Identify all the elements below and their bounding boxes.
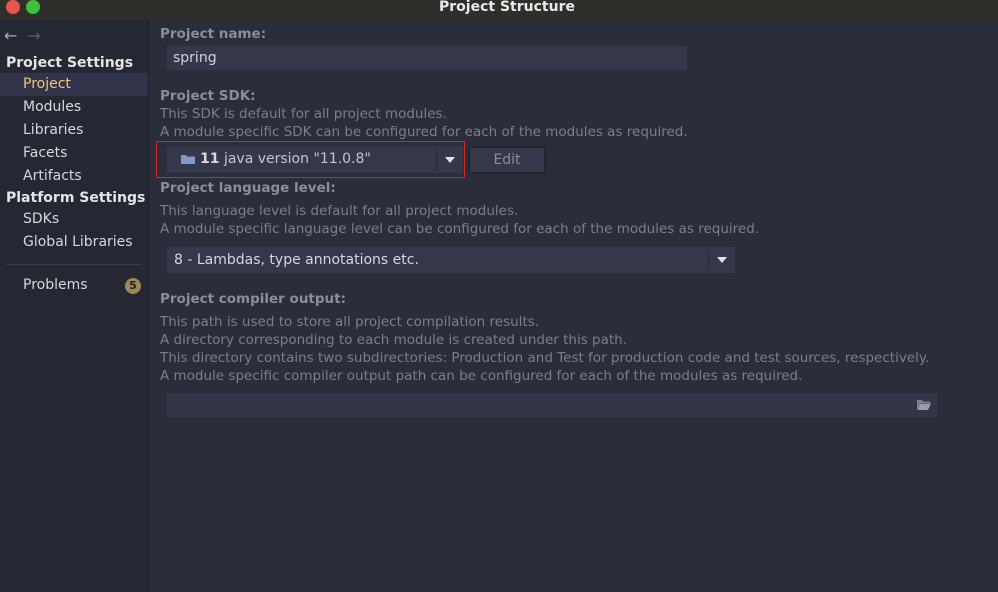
title-bar: Project Structure (0, 0, 998, 20)
compiler-output-description-4: A module specific compiler output path c… (160, 368, 803, 384)
sidebar-item-problems[interactable]: Problems 5 (0, 274, 148, 297)
main-panel: Project name: spring Project SDK: This S… (150, 20, 998, 592)
chevron-down-icon[interactable] (445, 157, 455, 163)
dropdown-separator (708, 250, 709, 270)
sdk-dropdown[interactable]: 11 java version "11.0.8" (167, 146, 463, 173)
nav-arrows: ← → (4, 26, 41, 45)
project-settings-heading: Project Settings (6, 55, 134, 71)
project-sdk-description-1: This SDK is default for all project modu… (160, 106, 447, 122)
sidebar-item-artifacts[interactable]: Artifacts (0, 165, 148, 188)
language-level-value: 8 - Lambdas, type annotations etc. (174, 252, 419, 268)
sidebar-item-global-libraries[interactable]: Global Libraries (0, 231, 148, 254)
compiler-output-path-input[interactable] (167, 393, 937, 417)
problems-count-badge: 5 (125, 278, 141, 294)
compiler-output-description-1: This path is used to store all project c… (160, 314, 540, 330)
compiler-output-description-3: This directory contains two subdirectori… (160, 350, 930, 366)
chevron-down-icon[interactable] (717, 257, 727, 263)
window-title: Project Structure (439, 0, 575, 15)
language-level-description-1: This language level is default for all p… (160, 203, 519, 219)
compiler-output-description-2: A directory corresponding to each module… (160, 332, 628, 348)
sidebar-item-project[interactable]: Project (0, 73, 148, 96)
project-sdk-description-2: A module specific SDK can be configured … (160, 124, 688, 140)
language-level-dropdown[interactable]: 8 - Lambdas, type annotations etc. (167, 247, 735, 273)
back-arrow-icon[interactable]: ← (4, 26, 17, 45)
sdk-version-detail: java version "11.0.8" (223, 151, 371, 167)
problems-label: Problems (23, 277, 88, 293)
project-sdk-label: Project SDK: (160, 88, 256, 104)
language-level-label: Project language level: (160, 180, 336, 196)
sidebar-item-modules[interactable]: Modules (0, 96, 148, 119)
language-level-description-2: A module specific language level can be … (160, 221, 760, 237)
sidebar: ← → Project Settings Project Modules Lib… (0, 20, 149, 592)
sidebar-item-libraries[interactable]: Libraries (0, 119, 148, 142)
sdk-version: 11 (200, 151, 220, 167)
folder-icon (181, 155, 195, 164)
open-folder-icon[interactable] (917, 400, 931, 410)
project-name-input[interactable]: spring (167, 46, 687, 70)
dropdown-separator (436, 149, 437, 170)
sdk-selected-value: 11 java version "11.0.8" (200, 146, 371, 173)
sidebar-divider (6, 264, 142, 265)
forward-arrow-icon[interactable]: → (27, 26, 40, 45)
project-name-label: Project name: (160, 26, 267, 42)
edit-sdk-button[interactable]: Edit (468, 146, 546, 174)
sidebar-item-sdks[interactable]: SDKs (0, 208, 148, 231)
compiler-output-label: Project compiler output: (160, 291, 347, 307)
platform-settings-heading: Platform Settings (6, 190, 146, 206)
sidebar-item-facets[interactable]: Facets (0, 142, 148, 165)
